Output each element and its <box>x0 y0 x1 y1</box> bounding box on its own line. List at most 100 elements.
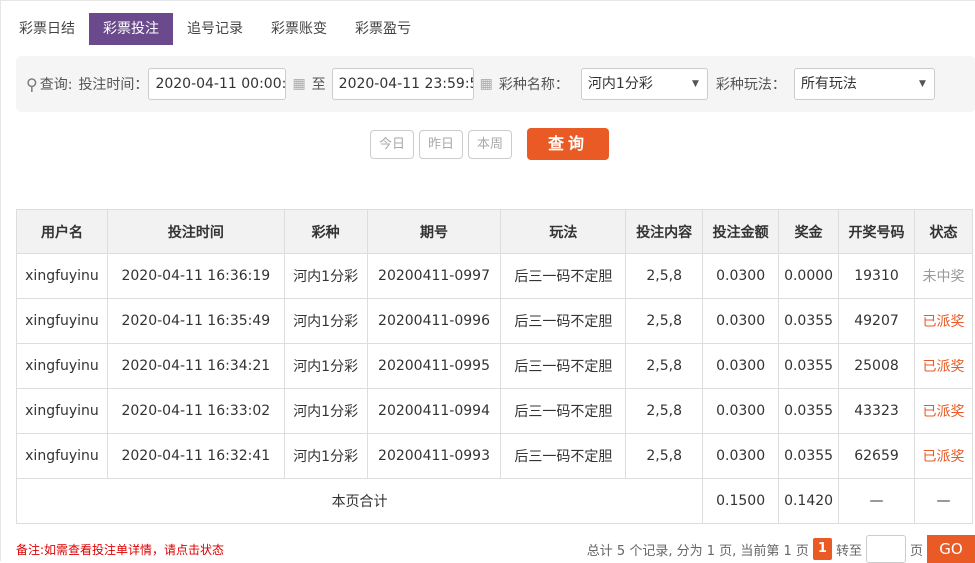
table-cell: 0.0300 <box>702 298 780 344</box>
table-cell: 2020-04-11 16:32:41 <box>106 433 285 479</box>
page-1[interactable]: 1 <box>812 538 832 560</box>
to-label: 至 <box>311 77 326 93</box>
tab-bar: 彩票日结 彩票投注 追号记录 彩票账变 彩票盈亏 <box>5 13 425 45</box>
time-label: 投注时间： <box>78 77 149 93</box>
total-status: — <box>913 478 974 524</box>
table-cell: xingfuyinu <box>16 253 108 299</box>
table-row: xingfuyinu 2020-04-11 16:36:19 河内1分彩 202004… <box>16 253 974 299</box>
status-link[interactable]: 未中奖 <box>913 253 974 299</box>
table-cell: 19310 <box>838 253 915 299</box>
table-cell: 后三一码不定胆 <box>500 343 627 389</box>
column-header: 开奖号码 <box>838 209 915 254</box>
note: 备注:如需查看投注单详情，请点击状态 <box>16 543 225 557</box>
table-cell: 后三一码不定胆 <box>500 388 627 434</box>
table-cell: 20200411-0994 <box>366 388 502 434</box>
table-cell: 后三一码不定胆 <box>500 253 627 299</box>
lottery-select[interactable]: 河内1分彩 ▼ <box>580 68 708 100</box>
table-cell: 2020-04-11 16:33:02 <box>106 388 285 434</box>
quick-range: 今日 昨日 本周 <box>370 130 512 159</box>
table-row: xingfuyinu 2020-04-11 16:34:21 河内1分彩 202004… <box>16 343 974 389</box>
play-select[interactable]: 所有玩法 ▼ <box>793 68 935 100</box>
page-input[interactable] <box>865 535 906 563</box>
chevron-down-icon: ▼ <box>918 79 926 89</box>
query-label: 查询: <box>39 77 73 93</box>
table-cell: 2020-04-11 16:35:49 <box>106 298 285 344</box>
tab-4[interactable]: 彩票盈亏 <box>341 13 425 45</box>
column-header: 投注时间 <box>106 209 285 254</box>
table-cell: 0.0300 <box>702 343 780 389</box>
column-header: 彩种 <box>283 209 368 254</box>
column-header: 奖金 <box>778 209 840 254</box>
calendar-icon[interactable]: ▦ <box>480 76 493 92</box>
table-cell: 49207 <box>838 298 915 344</box>
status-link[interactable]: 已派奖 <box>913 433 974 479</box>
column-header: 用户名 <box>16 209 108 254</box>
table-cell: 20200411-0993 <box>366 433 502 479</box>
table-cell: 0.0355 <box>778 298 840 344</box>
table-cell: 河内1分彩 <box>283 388 368 434</box>
status-link[interactable]: 已派奖 <box>913 343 974 389</box>
play-value: 所有玩法 <box>800 76 857 92</box>
table-cell: 20200411-0997 <box>366 253 502 299</box>
table-cell: xingfuyinu <box>16 388 108 434</box>
table-cell: 2,5,8 <box>625 343 704 389</box>
search-icon: ⚲ <box>26 74 38 94</box>
table-cell: 后三一码不定胆 <box>500 298 627 344</box>
column-header: 状态 <box>913 209 974 254</box>
end-time-input[interactable]: 2020-04-11 23:59:59 <box>331 68 474 100</box>
today-button[interactable]: 今日 <box>370 130 414 159</box>
column-header: 期号 <box>366 209 502 254</box>
lottery-value: 河内1分彩 <box>587 76 653 92</box>
table-cell: 2020-04-11 16:34:21 <box>106 343 285 389</box>
table-cell: 0.0300 <box>702 388 780 434</box>
table-cell: 河内1分彩 <box>283 343 368 389</box>
table-cell: 20200411-0995 <box>366 343 502 389</box>
table-cell: 0.0355 <box>778 433 840 479</box>
page-unit: 页 <box>909 543 923 559</box>
total-prize: 0.1420 <box>778 478 840 524</box>
table-cell: 后三一码不定胆 <box>500 433 627 479</box>
status-link[interactable]: 已派奖 <box>913 298 974 344</box>
table-cell: 河内1分彩 <box>283 298 368 344</box>
table-cell: 河内1分彩 <box>283 253 368 299</box>
go-button[interactable]: GO <box>927 535 975 563</box>
total-amount: 0.1500 <box>702 478 780 524</box>
column-header: 投注金额 <box>702 209 780 254</box>
this-week-button[interactable]: 本周 <box>468 130 512 159</box>
column-header: 投注内容 <box>625 209 704 254</box>
tab-0[interactable]: 彩票日结 <box>5 13 89 45</box>
table-cell: 0.0355 <box>778 343 840 389</box>
table-cell: 43323 <box>838 388 915 434</box>
table-cell: 河内1分彩 <box>283 433 368 479</box>
search-panel: ⚲ 查询: 投注时间： 2020-04-11 00:00:00 ▦ 至 2020… <box>16 56 975 112</box>
table-cell: 2,5,8 <box>625 253 704 299</box>
table-cell: 2,5,8 <box>625 298 704 344</box>
table-cell: 0.0000 <box>778 253 840 299</box>
play-label: 彩种玩法： <box>715 77 786 93</box>
table-cell: xingfuyinu <box>16 343 108 389</box>
total-row: 本页合计 0.1500 0.1420— — <box>15 478 974 524</box>
total-label: 本页合计 <box>15 478 704 524</box>
tab-1[interactable]: 彩票投注 <box>89 13 173 45</box>
start-time-input[interactable]: 2020-04-11 00:00:00 <box>148 68 287 100</box>
calendar-icon[interactable]: ▦ <box>292 76 305 92</box>
lottery-label: 彩种名称： <box>498 77 569 93</box>
table-cell: 0.0300 <box>702 433 780 479</box>
tab-3[interactable]: 彩票账变 <box>257 13 341 45</box>
table-cell: 0.0300 <box>702 253 780 299</box>
chevron-down-icon: ▼ <box>691 79 699 89</box>
table-cell: 20200411-0996 <box>366 298 502 344</box>
table-header: 用户名 投注时间 彩种 期号 玩法 投注内容 投注金额 奖金 开奖号码 状态 <box>16 209 974 254</box>
status-link[interactable]: 已派奖 <box>913 388 974 434</box>
query-button[interactable]: 查询 <box>527 128 609 160</box>
bet-table: 用户名 投注时间 彩种 期号 玩法 投注内容 投注金额 奖金 开奖号码 状态 xingfuyinu… <box>15 209 974 524</box>
pagination: 总计 5 个记录, 分为 1 页, 当前第 1 页 1 转至 页 GO <box>587 535 975 563</box>
pager-summary: 总计 5 个记录, 分为 1 页, 当前第 1 页 <box>586 543 809 559</box>
table-cell: xingfuyinu <box>16 298 108 344</box>
table-cell: 2,5,8 <box>625 433 704 479</box>
table-cell: 2,5,8 <box>625 388 704 434</box>
table-row: xingfuyinu 2020-04-11 16:35:49 河内1分彩 202004… <box>16 298 974 344</box>
table-cell: 2020-04-11 16:36:19 <box>106 253 285 299</box>
yesterday-button[interactable]: 昨日 <box>419 130 463 159</box>
tab-2[interactable]: 追号记录 <box>173 13 257 45</box>
